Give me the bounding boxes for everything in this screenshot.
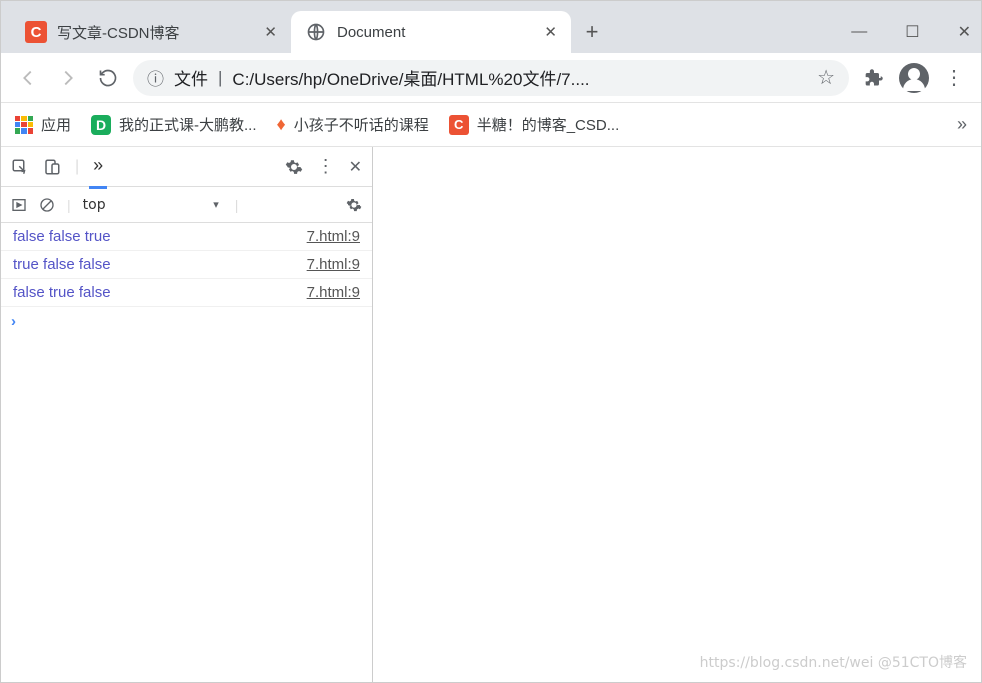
log-message: false true false	[13, 284, 307, 301]
browser-toolbar: ⓘ 文件 | C:/Users/hp/OneDrive/桌面/HTML%20文件…	[1, 53, 981, 103]
extensions-button[interactable]	[859, 63, 889, 93]
console-log-row: false false true 7.html:9	[1, 223, 372, 251]
console-output: false false true 7.html:9 true false fal…	[1, 223, 372, 682]
info-icon[interactable]: ⓘ	[147, 65, 164, 90]
bookmarks-bar: 应用 D 我的正式课-大鹏教... ♦ 小孩子不听话的课程 C 半糖！的博客_C…	[1, 103, 981, 147]
address-bar[interactable]: ⓘ 文件 | C:/Users/hp/OneDrive/桌面/HTML%20文件…	[133, 60, 849, 96]
close-tab-icon[interactable]: ✕	[264, 23, 277, 41]
log-source-link[interactable]: 7.html:9	[307, 284, 360, 301]
devtools-panel: | » ⋮ ✕ | top ▾ | false false true 7.htm…	[1, 147, 373, 682]
tab-title: Document	[337, 24, 536, 41]
d-icon: D	[91, 115, 111, 135]
bookmark-item[interactable]: C 半糖！的博客_CSD...	[449, 114, 620, 135]
apps-bookmark[interactable]: 应用	[15, 114, 71, 135]
context-selector[interactable]: top	[83, 197, 106, 213]
content-area: | » ⋮ ✕ | top ▾ | false false true 7.htm…	[1, 147, 981, 682]
bookmark-label: 小孩子不听话的课程	[294, 114, 429, 135]
gear-icon[interactable]	[346, 197, 362, 213]
console-log-row: false true false 7.html:9	[1, 279, 372, 307]
window-controls: — ☐ ✕	[851, 11, 981, 53]
bookmark-label: 我的正式课-大鹏教...	[119, 114, 257, 135]
profile-avatar[interactable]	[899, 63, 929, 93]
devtools-header: | » ⋮ ✕	[1, 147, 372, 187]
close-tab-icon[interactable]: ✕	[544, 23, 557, 41]
log-message: false false true	[13, 228, 307, 245]
log-message: true false false	[13, 256, 307, 273]
csdn-icon: C	[25, 21, 47, 43]
tab-title: 写文章-CSDN博客	[57, 22, 256, 43]
back-button[interactable]	[13, 63, 43, 93]
chevron-down-icon[interactable]: ▾	[213, 198, 219, 211]
kebab-icon[interactable]: ⋮	[317, 156, 335, 177]
bookmark-item[interactable]: ♦ 小孩子不听话的课程	[277, 114, 429, 135]
browser-titlebar: C 写文章-CSDN博客 ✕ Document ✕ + — ☐ ✕	[1, 1, 981, 53]
star-icon[interactable]: ☆	[817, 65, 835, 90]
flame-icon: ♦	[277, 114, 286, 135]
log-source-link[interactable]: 7.html:9	[307, 256, 360, 273]
bookmark-label: 应用	[41, 114, 71, 135]
clear-console-icon[interactable]	[39, 197, 55, 213]
menu-button[interactable]: ⋮	[939, 63, 969, 93]
play-icon[interactable]	[11, 197, 27, 213]
bookmark-item[interactable]: D 我的正式课-大鹏教...	[91, 114, 257, 135]
browser-tab-active[interactable]: Document ✕	[291, 11, 571, 53]
maximize-icon[interactable]: ☐	[905, 22, 919, 42]
devtools-tabs-overflow[interactable]: »	[93, 155, 103, 178]
gear-icon[interactable]	[285, 158, 303, 176]
minimize-icon[interactable]: —	[851, 23, 867, 41]
apps-icon	[15, 116, 33, 134]
new-tab-button[interactable]: +	[575, 15, 609, 49]
console-log-row: true false false 7.html:9	[1, 251, 372, 279]
globe-icon	[305, 21, 327, 43]
log-source-link[interactable]: 7.html:9	[307, 228, 360, 245]
reload-button[interactable]	[93, 63, 123, 93]
window-close-icon[interactable]: ✕	[958, 22, 971, 42]
inspect-icon[interactable]	[11, 158, 29, 176]
devtools-close-icon[interactable]: ✕	[349, 157, 362, 177]
console-toolbar: | top ▾ |	[1, 187, 372, 223]
watermark-text: https://blog.csdn.net/wei @51CTO博客	[700, 652, 967, 672]
device-icon[interactable]	[43, 158, 61, 176]
console-prompt[interactable]: ›	[1, 307, 372, 336]
csdn-icon: C	[449, 115, 469, 135]
browser-tab[interactable]: C 写文章-CSDN博客 ✕	[11, 11, 291, 53]
bookmarks-overflow-icon[interactable]: »	[957, 114, 967, 135]
page-viewport	[373, 147, 981, 682]
forward-button[interactable]	[53, 63, 83, 93]
url-text: C:/Users/hp/OneDrive/桌面/HTML%20文件/7....	[232, 65, 807, 90]
bookmark-label: 半糖！的博客_CSD...	[477, 114, 620, 135]
file-label: 文件	[174, 65, 208, 90]
